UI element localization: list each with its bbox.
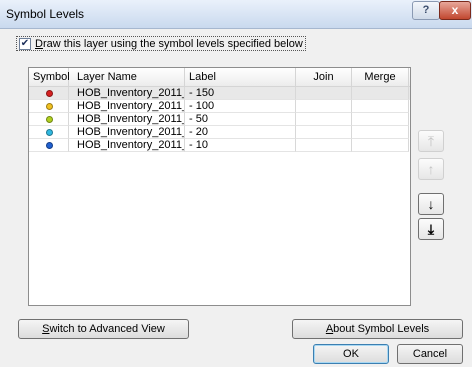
merge-cell	[352, 126, 409, 139]
move-to-top-icon: ⤒	[427, 133, 435, 149]
help-button[interactable]: ?	[412, 1, 440, 20]
merge-cell	[352, 139, 409, 152]
layer-name-cell: HOB_Inventory_2011_...	[69, 100, 185, 113]
label-cell: - 10	[185, 139, 296, 152]
column-header-merge[interactable]: Merge	[352, 68, 409, 86]
move-down-icon: ↓	[427, 196, 435, 212]
list-header: Symbol Layer Name Label Join Merge	[29, 68, 410, 87]
move-up-button[interactable]: ↑	[418, 158, 444, 180]
draw-symbol-levels-checkbox[interactable]: ✔ Draw this layer using the symbol level…	[16, 36, 306, 51]
column-header-join[interactable]: Join	[296, 68, 352, 86]
move-up-icon: ↑	[427, 161, 435, 177]
merge-cell	[352, 100, 409, 113]
table-row[interactable]: HOB_Inventory_2011_...- 10	[29, 139, 410, 152]
switch-advanced-view-button[interactable]: Switch to Advanced View	[18, 319, 189, 339]
layer-name-cell: HOB_Inventory_2011_...	[69, 87, 185, 100]
title-bar: Symbol Levels ? x	[0, 0, 472, 29]
symbol-marker-icon	[46, 116, 53, 123]
table-row[interactable]: HOB_Inventory_2011_...- 150	[29, 87, 410, 100]
checkbox-box[interactable]: ✔	[19, 37, 31, 50]
symbol-levels-list[interactable]: Symbol Layer Name Label Join Merge HOB_I…	[28, 67, 411, 306]
table-row[interactable]: HOB_Inventory_2011_...- 50	[29, 113, 410, 126]
layer-name-cell: HOB_Inventory_2011_...	[69, 139, 185, 152]
column-header-symbol[interactable]: Symbol	[29, 68, 70, 86]
table-row[interactable]: HOB_Inventory_2011_...- 100	[29, 100, 410, 113]
close-button[interactable]: x	[439, 1, 471, 20]
join-cell	[296, 87, 352, 100]
checkbox-label: Draw this layer using the symbol levels …	[35, 37, 303, 50]
join-cell	[296, 126, 352, 139]
merge-cell	[352, 87, 409, 100]
window-title: Symbol Levels	[6, 7, 85, 21]
column-header-layer-name[interactable]: Layer Name	[69, 68, 185, 86]
table-row[interactable]: HOB_Inventory_2011_...- 20	[29, 126, 410, 139]
move-to-bottom-button[interactable]: ⤓	[418, 218, 444, 240]
column-header-label[interactable]: Label	[185, 68, 296, 86]
layer-name-cell: HOB_Inventory_2011_...	[69, 126, 185, 139]
symbol-marker-icon	[46, 129, 53, 136]
join-cell	[296, 100, 352, 113]
symbol-cell	[29, 87, 69, 100]
label-cell: - 100	[185, 100, 296, 113]
move-to-bottom-icon: ⤓	[427, 221, 435, 237]
symbol-cell	[29, 126, 69, 139]
about-symbol-levels-button[interactable]: About Symbol Levels	[292, 319, 463, 339]
symbol-marker-icon	[46, 103, 53, 110]
symbol-cell	[29, 100, 69, 113]
move-down-button[interactable]: ↓	[418, 193, 444, 215]
label-cell: - 150	[185, 87, 296, 100]
join-cell	[296, 113, 352, 126]
label-cell: - 50	[185, 113, 296, 126]
ok-button[interactable]: OK	[313, 344, 389, 364]
symbol-marker-icon	[46, 142, 53, 149]
layer-name-cell: HOB_Inventory_2011_...	[69, 113, 185, 126]
merge-cell	[352, 113, 409, 126]
symbol-cell	[29, 139, 69, 152]
label-cell: - 20	[185, 126, 296, 139]
move-to-top-button[interactable]: ⤒	[418, 130, 444, 152]
cancel-button[interactable]: Cancel	[397, 344, 463, 364]
symbol-cell	[29, 113, 69, 126]
symbol-marker-icon	[46, 90, 53, 97]
join-cell	[296, 139, 352, 152]
